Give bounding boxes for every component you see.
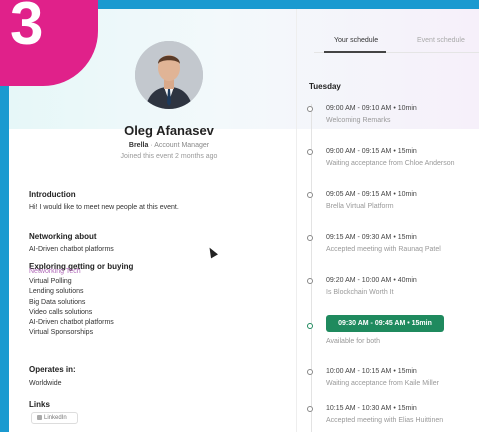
schedule-slot[interactable]: 09:15 AM - 09:30 AM • 15min Accepted mee… — [307, 232, 479, 262]
avatar-photo — [135, 41, 203, 109]
slot-time: 10:15 AM - 10:30 AM • 15min — [326, 405, 417, 412]
timeline-dot — [307, 192, 313, 198]
joined-text: Joined this event 2 months ago — [120, 153, 218, 160]
introduction-heading: Introduction — [29, 190, 76, 199]
available-slot-button[interactable]: 09:30 AM - 09:45 AM • 15min — [326, 315, 444, 332]
slot-description: Waiting acceptance from Chloe Anderson — [326, 160, 455, 167]
list-item: Virtual Polling — [29, 278, 72, 286]
timeline-dot — [307, 406, 313, 412]
step-number: 3 — [10, 0, 44, 57]
list-item: Video calls solutions — [29, 308, 93, 316]
networking-heading: Networking about — [29, 232, 97, 241]
list-item: Lending solutions — [29, 288, 84, 296]
slot-description: Brella Virtual Platform — [326, 203, 394, 210]
timeline-dot — [307, 106, 313, 112]
timeline-dot — [307, 235, 313, 241]
tab-your-schedule[interactable]: Your schedule — [334, 37, 378, 44]
schedule-slot-available[interactable]: 09:30 AM - 09:45 AM • 15min Available fo… — [307, 313, 479, 353]
slot-description: Welcoming Remarks — [326, 117, 391, 124]
slot-time: 10:00 AM - 10:15 AM • 15min — [326, 368, 417, 375]
slot-description: Available for both — [326, 338, 380, 345]
slot-description: Is Blockchain Worth It — [326, 289, 394, 296]
slot-time: 09:05 AM - 09:15 AM • 10min — [326, 191, 417, 198]
app-frame: Oleg Afanasev Brella · Account Manager J… — [9, 9, 479, 432]
company-name: Brella — [128, 142, 149, 149]
list-item: AI-Driven chatbot platforms — [29, 319, 114, 327]
slot-time: 09:00 AM - 09:10 AM • 10min — [326, 105, 417, 112]
panel-divider — [296, 9, 297, 432]
schedule-slot[interactable]: 09:00 AM - 09:15 AM • 15min Waiting acce… — [307, 146, 479, 176]
schedule-slot[interactable]: 09:05 AM - 09:15 AM • 10min Brella Virtu… — [307, 189, 479, 219]
profile-role: Brella · Account Manager — [9, 142, 329, 149]
active-tab-indicator — [324, 51, 386, 53]
tab-event-schedule[interactable]: Event schedule — [417, 37, 465, 44]
linkedin-label: LinkedIn — [44, 415, 67, 422]
list-item: Networking Tech — [29, 268, 81, 275]
job-title: Account Manager — [154, 142, 210, 149]
list-item: Virtual Sponsorships — [29, 329, 94, 337]
timeline-dot — [307, 323, 313, 329]
schedule-tabs: Your schedule Event schedule — [314, 29, 479, 53]
timeline-dot — [307, 369, 313, 375]
linkedin-link[interactable]: LinkedIn — [31, 412, 78, 424]
operates-heading: Operates in: — [29, 365, 76, 374]
role-separator: · — [150, 142, 153, 149]
schedule-slot[interactable]: 09:00 AM - 09:10 AM • 10min Welcoming Re… — [307, 103, 479, 133]
linkedin-icon — [37, 415, 42, 420]
slot-time: 09:00 AM - 09:15 AM • 15min — [326, 148, 417, 155]
day-heading: Tuesday — [309, 82, 341, 91]
slot-description: Waiting acceptance from Kaile Miller — [326, 380, 439, 387]
exploring-list: Networking Tech Virtual Polling Lending … — [29, 267, 114, 338]
slot-description: Accepted meeting with Raunaq Patel — [326, 246, 441, 253]
schedule-slot[interactable]: 10:00 AM - 10:15 AM • 15min Waiting acce… — [307, 366, 479, 396]
list-item: Big Data solutions — [29, 298, 86, 306]
profile-name: Oleg Afanasev — [124, 123, 214, 138]
networking-text: AI-Driven chatbot platforms — [29, 246, 114, 253]
timeline-dot — [307, 149, 313, 155]
schedule-slot[interactable]: 10:15 AM - 10:30 AM • 15min Accepted mee… — [307, 403, 479, 432]
schedule-slot[interactable]: 09:20 AM - 10:00 AM • 40min Is Blockchai… — [307, 275, 479, 305]
links-heading: Links — [29, 400, 50, 409]
operates-text: Worldwide — [29, 380, 62, 387]
slot-time: 09:20 AM - 10:00 AM • 40min — [326, 277, 417, 284]
slot-time: 09:15 AM - 09:30 AM • 15min — [326, 234, 417, 241]
timeline-dot — [307, 278, 313, 284]
slot-description: Accepted meeting with Elias Huittinen — [326, 417, 444, 424]
avatar — [135, 41, 203, 109]
introduction-text: Hi! I would like to meet new people at t… — [29, 204, 179, 211]
